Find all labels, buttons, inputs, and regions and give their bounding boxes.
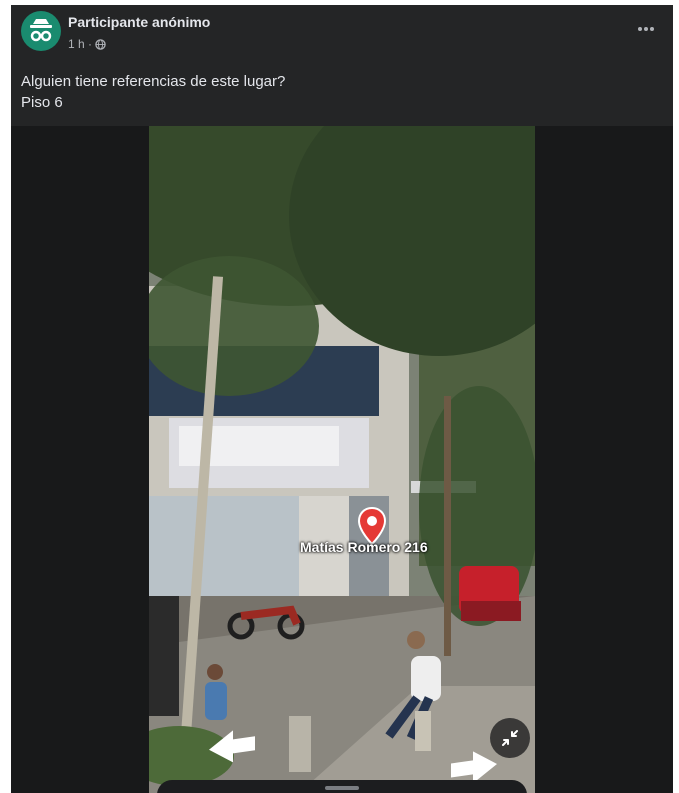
- arrow-back-icon[interactable]: [207, 726, 259, 766]
- post-text-line-2: Piso 6: [21, 94, 63, 111]
- street-view-photo[interactable]: Matías Romero 216: [149, 126, 535, 793]
- post-text-line-1: Alguien tiene referencias de este lugar?: [21, 73, 286, 90]
- place-label: Matías Romero 216: [300, 539, 428, 555]
- post-header: Participante anónimo 1 h · Alguien tiene…: [11, 5, 673, 126]
- author-name[interactable]: Participante anónimo: [68, 14, 210, 30]
- more-options-icon: [638, 27, 654, 31]
- drag-handle[interactable]: [325, 786, 359, 790]
- more-options-button[interactable]: [637, 19, 655, 35]
- street-scene: [149, 126, 535, 793]
- arrow-forward-icon[interactable]: [447, 743, 499, 783]
- incognito-icon: [30, 19, 52, 42]
- post-card: Participante anónimo 1 h · Alguien tiene…: [11, 5, 673, 793]
- viewer-bottom-bar: [157, 780, 527, 793]
- post-meta: 1 h ·: [68, 37, 106, 51]
- post-time[interactable]: 1 h ·: [68, 37, 92, 51]
- globe-icon[interactable]: [95, 38, 106, 50]
- anonymous-avatar[interactable]: [21, 11, 61, 51]
